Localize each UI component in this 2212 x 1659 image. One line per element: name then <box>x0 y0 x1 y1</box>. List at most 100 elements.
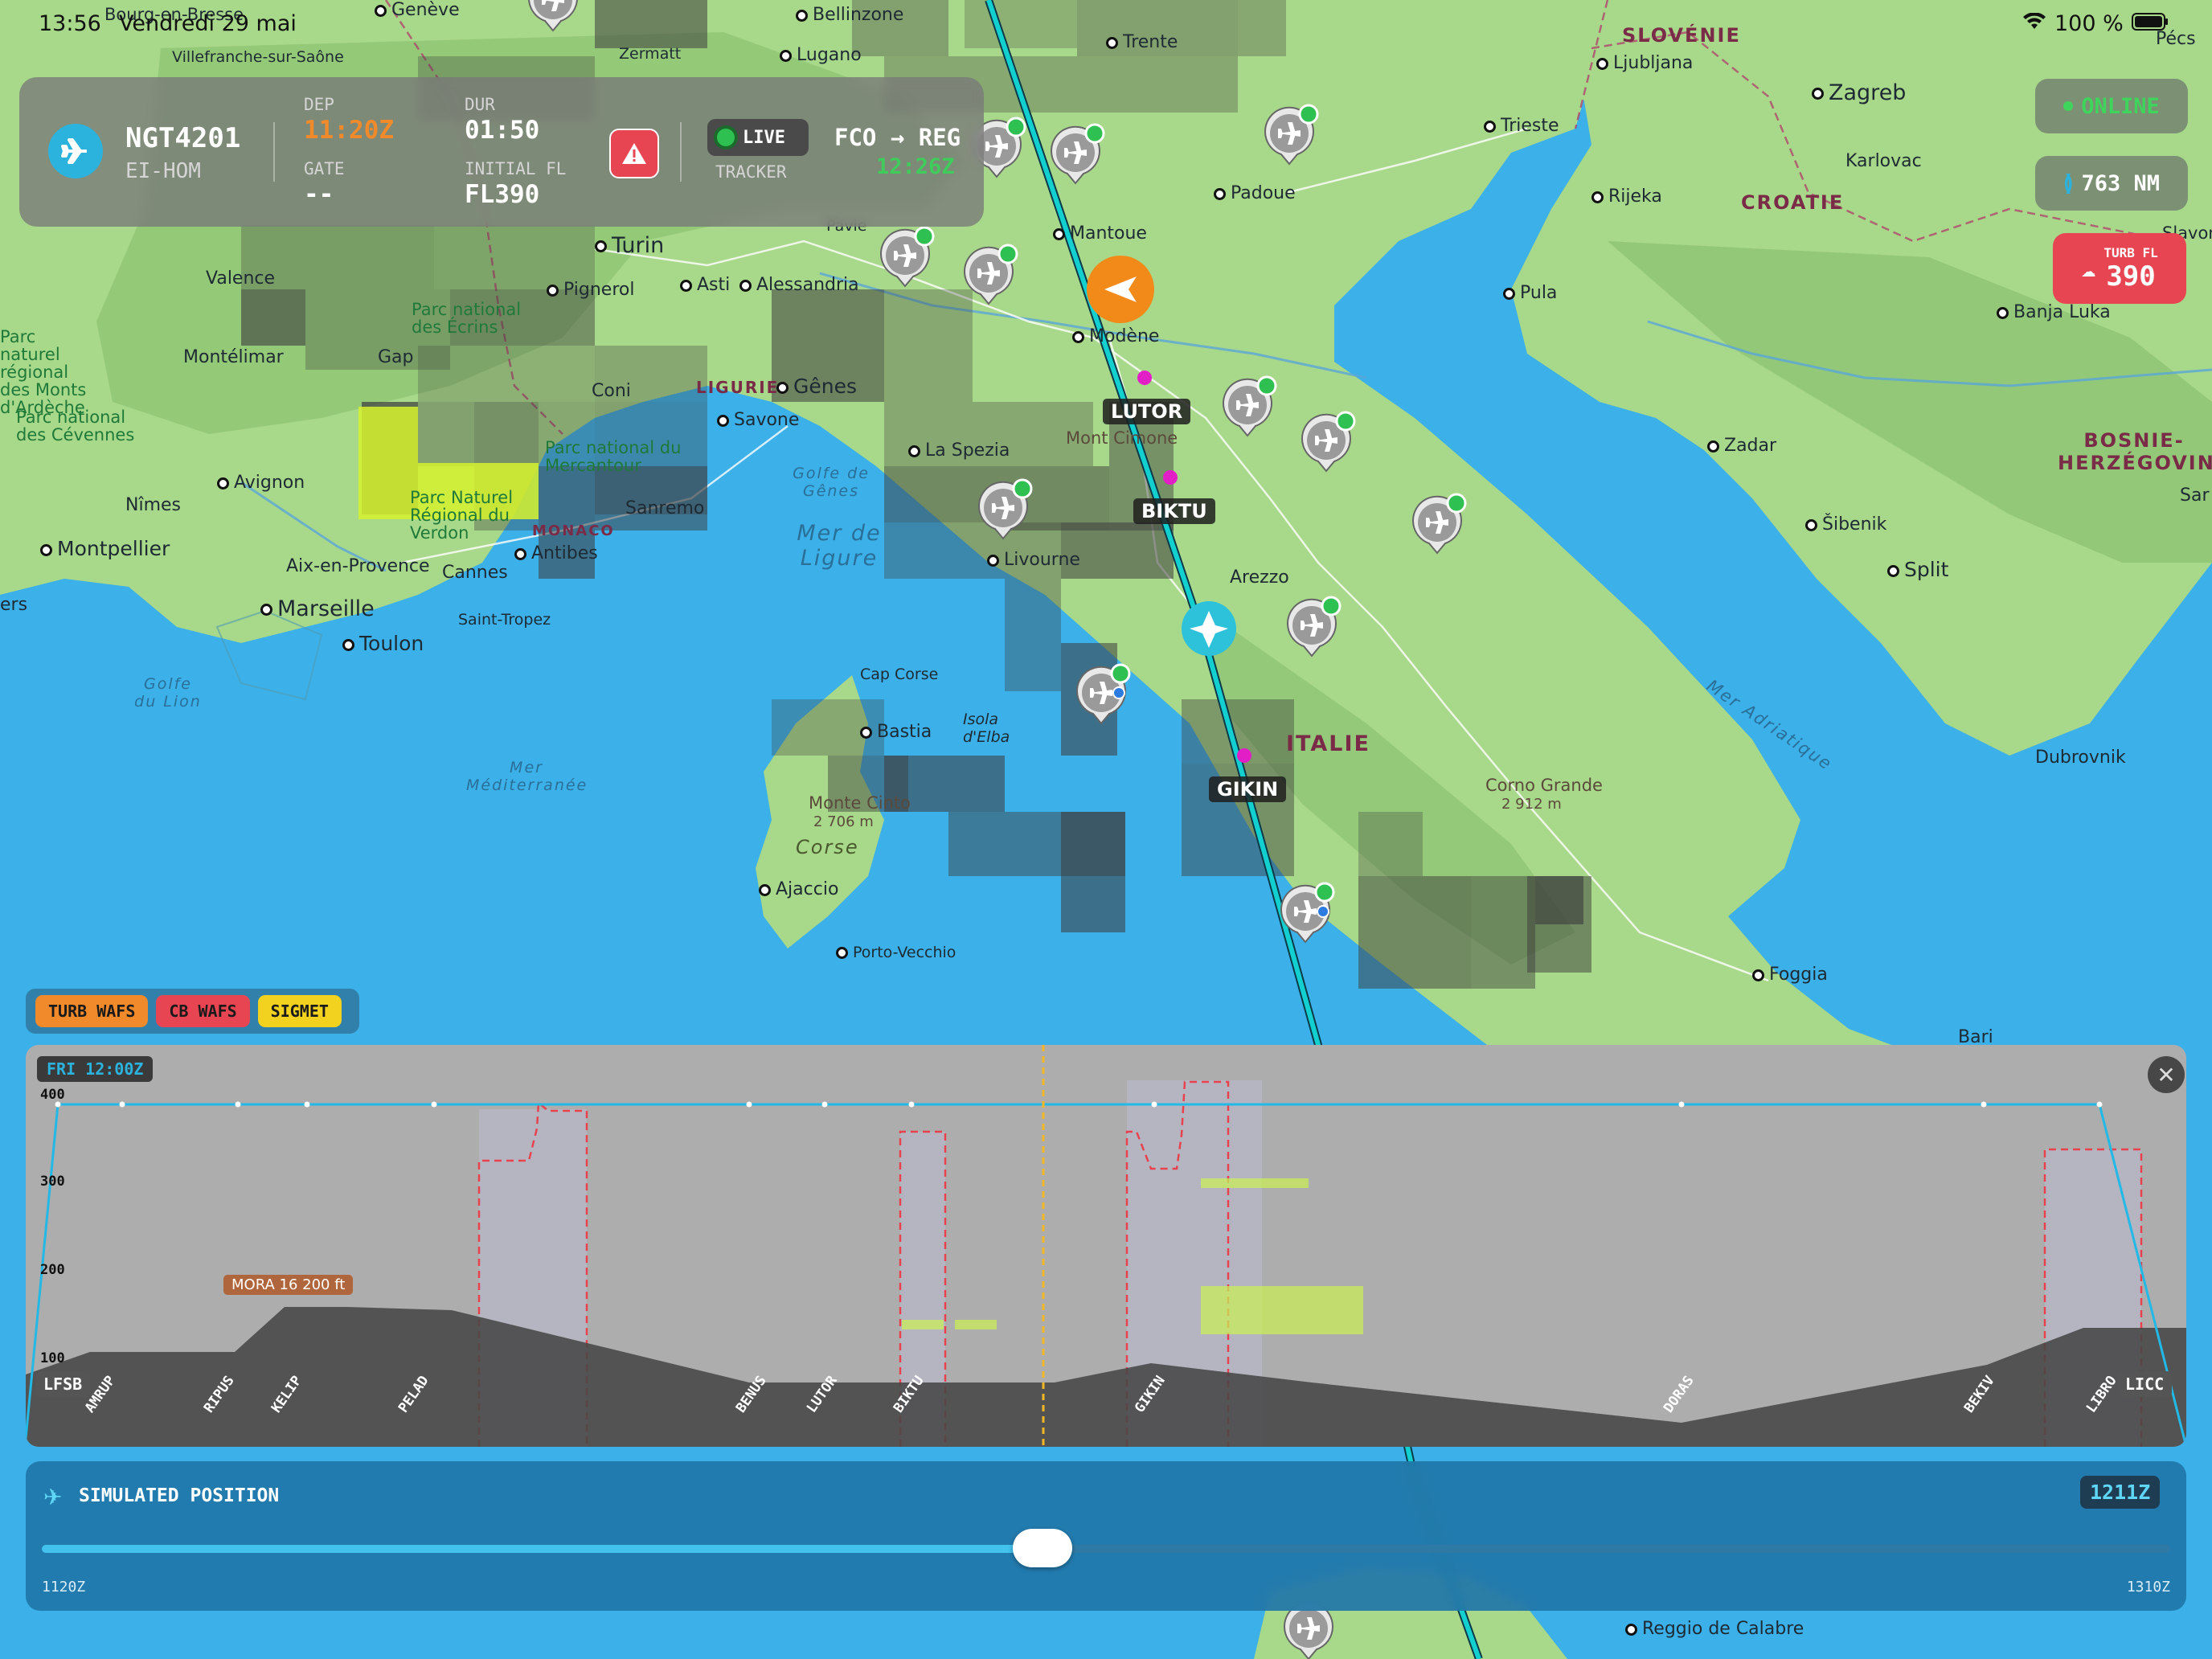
profile-point <box>1151 1101 1157 1108</box>
city-label: Nîmes <box>125 495 181 515</box>
city-label: Montélimar <box>183 347 284 367</box>
simulated-position-panel: ✈ SIMULATED POSITION 1211Z 1120Z 1310Z <box>26 1461 2186 1611</box>
profile-point <box>119 1101 125 1108</box>
park-label: Parc Naturel Régional du Verdon <box>410 488 514 543</box>
country-label: MONACO <box>532 522 615 539</box>
dur-label: DUR <box>465 95 495 114</box>
city-label: Foggia <box>1752 965 1828 985</box>
profile-point <box>1981 1101 1987 1108</box>
country-label: ITALIE <box>1286 731 1370 756</box>
city-label: Ljubljana <box>1596 53 1693 73</box>
online-status: ONLINE <box>2035 79 2188 133</box>
weather-cell <box>595 0 707 48</box>
city-label: Banja Luka <box>1997 302 2111 322</box>
sea-label: Golfe de Gênes <box>793 465 870 500</box>
close-icon[interactable]: ✕ <box>2148 1056 2185 1093</box>
city-label: Marseille <box>260 596 375 621</box>
city-label: Montpellier <box>40 537 170 560</box>
peak-elev: 2 706 m <box>813 813 874 830</box>
city-label: Antibes <box>514 543 598 563</box>
profile-point <box>746 1101 752 1108</box>
city-label: Reggio de Calabre <box>1625 1619 1804 1639</box>
mora-label: MORA 16 200 ft <box>223 1275 354 1295</box>
weather-cell <box>1358 876 1471 989</box>
alert-button[interactable] <box>609 129 659 178</box>
weather-cell <box>474 402 539 466</box>
peak-elev: 2 912 m <box>1501 796 1562 813</box>
layer-toggle-bar: TURB WAFS CB WAFS SIGMET <box>26 989 359 1034</box>
city-label: Sanremo <box>625 498 705 518</box>
distance-icon: ≬ <box>2062 170 2074 196</box>
profile-point <box>431 1101 437 1108</box>
sigmet-toggle[interactable]: SIGMET <box>257 995 342 1027</box>
wifi-icon <box>2022 11 2046 36</box>
city-label: Rijeka <box>1591 186 1662 207</box>
origin-label: LFSB <box>35 1371 91 1397</box>
waypoint-gikin[interactable]: GIKIN <box>1209 776 1287 802</box>
sim-slider-knob[interactable] <box>1012 1529 1072 1567</box>
sim-title: SIMULATED POSITION <box>79 1485 280 1506</box>
waypoint-biktu[interactable]: BIKTU <box>1133 498 1215 524</box>
city-label: Ajaccio <box>759 879 838 899</box>
weather-cell <box>1238 0 1286 56</box>
weather-cell <box>884 289 973 402</box>
park-label: Parc national du Mercantour <box>545 438 682 475</box>
city-label: Mantoue <box>1053 223 1147 244</box>
city-label: Karlovac <box>1845 151 1922 171</box>
divider <box>273 122 275 182</box>
city-label: Dubrovnik <box>2035 748 2126 768</box>
profile-point <box>908 1101 915 1108</box>
city-label: Zermatt <box>619 45 682 63</box>
turb-fl-label: TURB FL <box>2103 244 2158 260</box>
city-label: Zadar <box>1707 436 1776 456</box>
dur-value: 01:50 <box>465 116 540 145</box>
online-label: ONLINE <box>2081 93 2160 119</box>
city-label: Genève <box>375 0 460 20</box>
place-label: Sar <box>2180 485 2210 506</box>
city-label: Modène <box>1072 326 1159 346</box>
turb-fl-button[interactable]: ☁ TURB FL 390 <box>2053 233 2186 304</box>
profile-point <box>1678 1101 1685 1108</box>
y-tick: 200 <box>40 1262 65 1278</box>
sim-slider-track[interactable] <box>42 1529 2170 1567</box>
dep-time: 11:20Z <box>304 116 394 145</box>
city-label: Alessandria <box>739 275 859 295</box>
city-label: Zagreb <box>1812 80 1906 105</box>
weather-cell <box>1535 876 1583 924</box>
city-label: Trieste <box>1484 116 1559 136</box>
sim-slider-fill <box>42 1545 1043 1553</box>
city-label: Toulon <box>342 632 424 655</box>
weather-cell <box>1061 812 1125 932</box>
live-tracker-badge[interactable]: LIVE <box>707 119 809 156</box>
flight-callsign: NGT4201 <box>125 122 241 154</box>
profile-point <box>821 1101 828 1108</box>
city-label: Cannes <box>442 563 508 583</box>
turb-wafs-toggle[interactable]: TURB WAFS <box>35 995 149 1027</box>
live-label: LIVE <box>743 127 785 148</box>
distance-pill[interactable]: ≬ 763 NM <box>2035 156 2188 211</box>
city-label: Arezzo <box>1230 567 1289 588</box>
profile-point <box>235 1101 241 1108</box>
cb-wafs-toggle[interactable]: CB WAFS <box>156 995 250 1027</box>
sim-current-time: 1211Z <box>2080 1476 2161 1509</box>
city-label: Pignerol <box>547 280 634 300</box>
city-label: Lugano <box>780 45 862 65</box>
turbulence-cell <box>358 463 418 519</box>
flight-info-card[interactable]: NGT4201 EI-HOM DEP 11:20Z GATE -- DUR 01… <box>19 77 984 227</box>
city-label: Gap <box>378 347 414 367</box>
place-label: ers <box>0 595 28 615</box>
live-dot-icon <box>717 129 735 146</box>
waypoint-lutor[interactable]: LUTOR <box>1103 399 1191 424</box>
vertical-profile-panel[interactable]: FRI 12:00Z 400 300 200 100 MORA 16 200 f… <box>26 1045 2186 1447</box>
city-label: Gênes <box>776 375 857 398</box>
y-tick: 100 <box>40 1350 65 1366</box>
city-label: Turin <box>595 233 664 258</box>
city-label: Villefranche-sur-Saône <box>172 48 344 66</box>
tracker-label: TRACKER <box>715 162 787 182</box>
status-right: 100 % <box>2022 11 2169 36</box>
battery-percent: 100 % <box>2054 11 2124 36</box>
city-label: Padoue <box>1214 183 1296 203</box>
peak-label: Mont Cimone <box>1066 428 1178 448</box>
battery-icon <box>2131 11 2169 36</box>
country-label: BOSNIE-HERZÉGOVINE <box>2058 429 2212 474</box>
